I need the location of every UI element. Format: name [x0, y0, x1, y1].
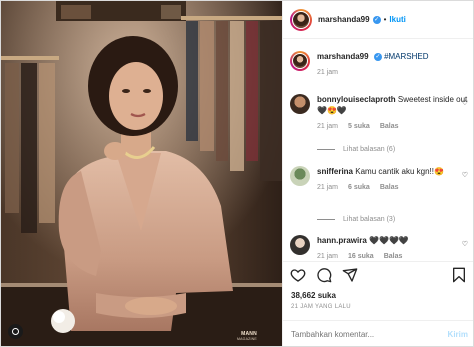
verified-badge-icon: ✓	[373, 52, 382, 61]
view-replies-label[interactable]: Lihat balasan (3)	[343, 216, 395, 223]
comment-time[interactable]: 21 jam	[317, 123, 338, 130]
comment-like-heart-icon[interactable]: ♡	[462, 240, 468, 248]
separator-dot: •	[383, 15, 387, 24]
comment-like-heart-icon[interactable]: ♡	[462, 99, 468, 107]
commenter-avatar[interactable]	[290, 166, 310, 186]
comment-text: snifferina Kamu cantik aku kgn!!😍	[317, 166, 472, 177]
replies-line	[317, 219, 335, 220]
instagram-post: MANN MAGAZINE marshanda99 ✓ • Ikuti mars…	[0, 0, 474, 347]
verified-badge-icon: ✓	[372, 15, 381, 24]
comment-message: 🖤🖤🖤🖤	[369, 236, 409, 245]
comment-body: snifferina Kamu cantik aku kgn!!😍 21 jam…	[317, 166, 472, 191]
comment-likes[interactable]: 16 suka	[348, 253, 374, 260]
heart-icon[interactable]	[290, 267, 306, 283]
comment-text: bonnylouiseclaproth Sweetest inside out🖤…	[317, 94, 472, 116]
bookmark-icon[interactable]	[451, 267, 467, 283]
post-side-panel: marshanda99 ✓ • Ikuti marshanda99 ✓ #MAR…	[282, 1, 473, 346]
follow-button[interactable]: Ikuti	[389, 15, 405, 24]
post-header: marshanda99 ✓ • Ikuti	[283, 1, 473, 39]
comment-body: hann.prawira 🖤🖤🖤🖤 21 jam 16 suka Balas	[317, 235, 472, 260]
comment-time[interactable]: 21 jam	[317, 253, 338, 260]
post-comment-button[interactable]: Kirim	[448, 330, 468, 339]
reply-button[interactable]: Balas	[384, 253, 403, 260]
author-username[interactable]: marshanda99	[318, 15, 370, 24]
commenter-username[interactable]: bonnylouiseclaproth	[317, 95, 396, 104]
caption-row: marshanda99 ✓ #MARSHED 21 jam	[290, 51, 472, 76]
share-icon[interactable]	[342, 267, 358, 283]
comment-meta: 21 jam 5 suka Balas	[317, 123, 472, 130]
post-photo[interactable]: MANN MAGAZINE	[1, 1, 282, 346]
comment-input[interactable]	[291, 330, 448, 339]
reply-button[interactable]: Balas	[380, 184, 399, 191]
tagged-people-icon[interactable]	[8, 324, 23, 339]
comment-row: hann.prawira 🖤🖤🖤🖤 21 jam 16 suka Balas	[290, 235, 472, 260]
comments-list: marshanda99 ✓ #MARSHED 21 jam bonnylouis…	[283, 41, 473, 261]
comment-body: bonnylouiseclaproth Sweetest inside out🖤…	[317, 94, 472, 130]
post-actions: 38,662 suka 21 JAM YANG LALU Kirim	[283, 261, 473, 346]
photo-illustration	[1, 1, 282, 346]
action-icons	[290, 267, 358, 283]
likes-count[interactable]: 38,662 suka	[291, 291, 336, 300]
caption-hashtag[interactable]: #MARSHED	[384, 52, 428, 61]
comment-meta: 21 jam 6 suka Balas	[317, 184, 472, 191]
comment-row: bonnylouiseclaproth Sweetest inside out🖤…	[290, 94, 472, 130]
author-avatar[interactable]	[290, 8, 312, 31]
comment-likes[interactable]: 6 suka	[348, 184, 370, 191]
watermark-subtitle: MAGAZINE	[237, 337, 257, 341]
comment-icon[interactable]	[316, 267, 332, 283]
caption-time[interactable]: 21 jam	[317, 69, 338, 76]
view-replies[interactable]: Lihat balasan (6)	[317, 146, 395, 153]
comment-message: Kamu cantik aku kgn!!😍	[355, 167, 444, 176]
photo-watermark: MANN MAGAZINE	[237, 332, 257, 342]
commenter-username[interactable]: snifferina	[317, 167, 353, 176]
comment-like-heart-icon[interactable]: ♡	[462, 171, 468, 179]
view-replies[interactable]: Lihat balasan (3)	[317, 216, 395, 223]
reply-button[interactable]: Balas	[380, 123, 399, 130]
caption-avatar[interactable]	[290, 51, 310, 71]
caption-text: marshanda99 ✓ #MARSHED	[317, 51, 472, 62]
comment-row: snifferina Kamu cantik aku kgn!!😍 21 jam…	[290, 166, 472, 191]
add-comment-bar: Kirim	[283, 320, 473, 346]
comment-text: hann.prawira 🖤🖤🖤🖤	[317, 235, 472, 246]
comment-time[interactable]: 21 jam	[317, 184, 338, 191]
replies-line	[317, 149, 335, 150]
caption-meta: 21 jam	[317, 69, 472, 76]
comment-meta: 21 jam 16 suka Balas	[317, 253, 472, 260]
posted-time[interactable]: 21 JAM YANG LALU	[291, 304, 351, 310]
commenter-avatar[interactable]	[290, 235, 310, 255]
caption-body: marshanda99 ✓ #MARSHED 21 jam	[317, 51, 472, 76]
commenter-avatar[interactable]	[290, 94, 310, 114]
commenter-username[interactable]: hann.prawira	[317, 236, 367, 245]
comment-likes[interactable]: 5 suka	[348, 123, 370, 130]
view-replies-label[interactable]: Lihat balasan (6)	[343, 146, 395, 153]
caption-username[interactable]: marshanda99	[317, 52, 369, 61]
